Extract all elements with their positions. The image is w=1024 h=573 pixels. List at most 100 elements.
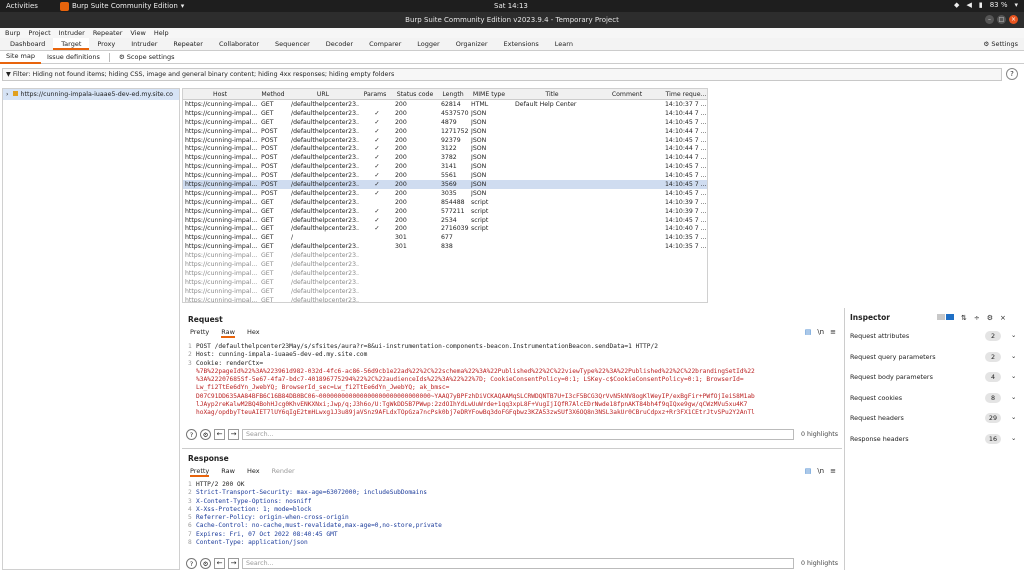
tab-dashboard[interactable]: Dashboard	[2, 38, 53, 50]
chevron-down-icon[interactable]: ⌄	[1011, 372, 1016, 380]
chevron-down-icon[interactable]: ⌄	[1011, 413, 1016, 421]
column-header[interactable]: URL	[289, 91, 357, 98]
newline-icon[interactable]: \n	[817, 328, 824, 336]
table-row[interactable]: https://cunning-impal... GET/defaulthelpc…	[183, 207, 707, 216]
menu-icon[interactable]: ≡	[830, 328, 836, 336]
menu-help[interactable]: Help	[154, 29, 169, 37]
tab-intruder[interactable]: Intruder	[123, 38, 165, 50]
close-icon[interactable]: ×	[1000, 314, 1006, 322]
table-row[interactable]: https://cunning-impal... GET/defaulthelpc…	[183, 242, 707, 251]
menu-icon[interactable]: ≡	[830, 467, 836, 475]
column-header[interactable]: Params	[359, 91, 391, 98]
activities-button[interactable]: Activities	[6, 2, 38, 10]
table-row[interactable]: https://cunning-impal... POST/defaulthelp…	[183, 136, 707, 145]
table-row[interactable]: https://cunning-impal... POST/defaulthelp…	[183, 144, 707, 153]
forward-icon[interactable]: →	[228, 428, 239, 440]
tab-comparer[interactable]: Comparer	[361, 38, 409, 50]
inspector-section[interactable]: Request cookies 8 ⌄	[845, 388, 1024, 409]
forward-icon[interactable]: →	[228, 557, 239, 569]
tab-organizer[interactable]: Organizer	[448, 38, 496, 50]
menu-intruder[interactable]: Intruder	[59, 29, 85, 37]
response-tab-hex[interactable]: Hex	[247, 467, 260, 477]
request-tab-raw[interactable]: Raw	[221, 328, 235, 338]
table-row[interactable]: https://cunning-impal... GET/defaulthelpc…	[183, 296, 707, 302]
table-row[interactable]: https://cunning-impal... GET/defaulthelpc…	[183, 118, 707, 127]
table-row[interactable]: https://cunning-impal... GET/defaulthelpc…	[183, 198, 707, 207]
table-row[interactable]: https://cunning-impal... GET/defaulthelpc…	[183, 224, 707, 233]
network-icon[interactable]: ◆	[954, 1, 959, 9]
table-row[interactable]: https://cunning-impal... GET/defaulthelpc…	[183, 287, 707, 296]
tab-decoder[interactable]: Decoder	[318, 38, 361, 50]
help-icon[interactable]: ?	[186, 428, 197, 440]
tab-extensions[interactable]: Extensions	[496, 38, 547, 50]
table-row[interactable]: https://cunning-impal... POST/defaulthelp…	[183, 189, 707, 198]
column-header[interactable]: Length	[439, 91, 467, 98]
table-row[interactable]: https://cunning-impal... GET/defaulthelpc…	[183, 269, 707, 278]
tab-issue-definitions[interactable]: Issue definitions	[41, 51, 106, 63]
help-icon[interactable]: ?	[1006, 68, 1018, 80]
request-search-input[interactable]: Search...	[242, 428, 795, 440]
tab-collaborator[interactable]: Collaborator	[211, 38, 267, 50]
table-row[interactable]: https://cunning-impal... GET / 301 677 14:10:…	[183, 233, 707, 242]
split-icon[interactable]: ÷	[974, 314, 980, 322]
request-tab-pretty[interactable]: Pretty	[190, 328, 209, 338]
maximize-icon[interactable]: □	[997, 15, 1006, 24]
filter-bar[interactable]: ▼ Filter: Hiding not found items; hiding…	[2, 68, 1002, 81]
system-menu-icon[interactable]: ▾	[1014, 1, 1018, 9]
request-editor[interactable]: 1 POST /defaulthelpcenter23May/s/sfsites/…	[188, 343, 836, 418]
back-icon[interactable]: ←	[214, 428, 225, 440]
tab-repeater[interactable]: Repeater	[165, 38, 211, 50]
copy-icon[interactable]: ▤	[805, 328, 812, 336]
battery-icon[interactable]: ▮	[979, 1, 983, 9]
column-header[interactable]: Method	[259, 91, 287, 98]
tree-item-host[interactable]: › https://cunning-impala-iuaae5-dev-ed.my…	[3, 89, 179, 100]
request-tab-hex[interactable]: Hex	[247, 328, 260, 338]
menu-burp[interactable]: Burp	[5, 29, 20, 37]
table-row[interactable]: https://cunning-impal... POST/defaulthelp…	[183, 153, 707, 162]
chevron-down-icon[interactable]: ⌄	[1011, 352, 1016, 360]
inspector-section[interactable]: Request query parameters 2 ⌄	[845, 347, 1024, 368]
minimize-icon[interactable]: –	[985, 15, 994, 24]
sort-icon[interactable]: ⇅	[961, 314, 967, 322]
table-row[interactable]: https://cunning-impal... GET/defaulthelpc…	[183, 216, 707, 225]
response-tab-render[interactable]: Render	[272, 467, 295, 477]
tab-logger[interactable]: Logger	[409, 38, 447, 50]
column-header[interactable]: Host	[183, 91, 257, 98]
tab-target[interactable]: Target	[53, 38, 90, 50]
table-row[interactable]: https://cunning-impal... GET/defaulthelpc…	[183, 278, 707, 287]
table-row[interactable]: https://cunning-impal... POST/defaulthelp…	[183, 171, 707, 180]
menu-repeater[interactable]: Repeater	[93, 29, 123, 37]
app-menu[interactable]: Burp Suite Community Edition ▾	[59, 1, 184, 11]
chevron-down-icon[interactable]: ⌄	[1011, 331, 1016, 339]
response-editor[interactable]: 1 HTTP/2 200 OK 2 Strict-Transport-Security…	[188, 481, 836, 547]
close-icon[interactable]: ×	[1009, 15, 1018, 24]
inspector-section[interactable]: Request attributes 2 ⌄	[845, 326, 1024, 347]
help-icon[interactable]: ?	[186, 557, 197, 569]
scope-settings-button[interactable]: ⚙ Scope settings	[113, 51, 181, 63]
chevron-right-icon[interactable]: ›	[6, 91, 9, 98]
copy-icon[interactable]: ▤	[805, 467, 812, 475]
column-header[interactable]: MIME type	[469, 91, 509, 98]
tab-site-map[interactable]: Site map	[0, 50, 41, 64]
tab-sequencer[interactable]: Sequencer	[267, 38, 318, 50]
inspector-section[interactable]: Request body parameters 4 ⌄	[845, 367, 1024, 388]
table-row[interactable]: https://cunning-impal... GET/defaulthelpc…	[183, 100, 707, 109]
table-row[interactable]: https://cunning-impal... GET/defaulthelpc…	[183, 109, 707, 118]
tab-learn[interactable]: Learn	[547, 38, 581, 50]
table-row[interactable]: https://cunning-impal... GET/defaulthelpc…	[183, 251, 707, 260]
column-header[interactable]: Title	[513, 91, 591, 98]
chevron-down-icon[interactable]: ⌄	[1011, 393, 1016, 401]
newline-icon[interactable]: \n	[817, 467, 824, 475]
gear-icon[interactable]: ⚙	[987, 314, 993, 322]
settings-button[interactable]: ⚙ Settings	[983, 38, 1018, 51]
gear-icon[interactable]: ⚙	[200, 428, 211, 440]
response-search-input[interactable]: Search...	[242, 557, 795, 569]
column-header[interactable]: Time reque...	[663, 91, 707, 98]
gear-icon[interactable]: ⚙	[200, 557, 211, 569]
column-header[interactable]: Status code	[393, 91, 437, 98]
inspector-section[interactable]: Request headers 29 ⌄	[845, 408, 1024, 429]
table-row[interactable]: https://cunning-impal... POST/defaulthelp…	[183, 180, 707, 189]
inspector-section[interactable]: Response headers 16 ⌄	[845, 429, 1024, 450]
column-header[interactable]: Comment	[593, 91, 661, 98]
tab-proxy[interactable]: Proxy	[89, 38, 123, 50]
